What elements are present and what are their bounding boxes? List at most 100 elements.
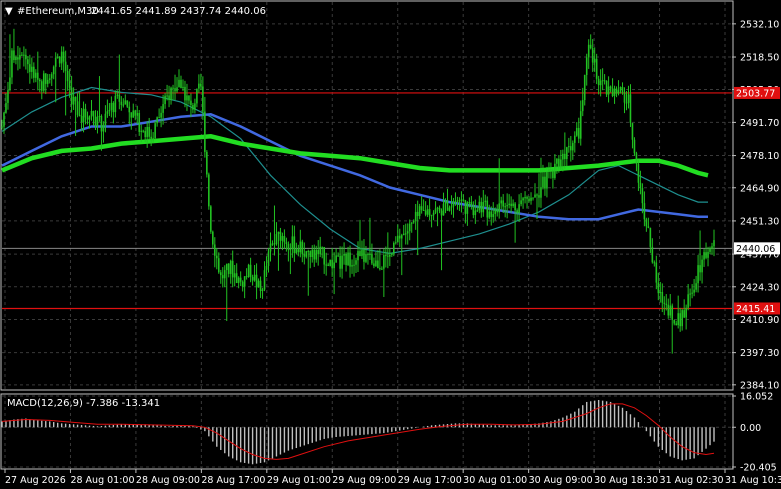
candle-body: [62, 51, 65, 62]
candle-body: [635, 153, 638, 164]
candle-body: [52, 66, 55, 75]
price-tick-label: 2384.10: [740, 380, 779, 391]
candle-body: [367, 254, 369, 256]
price-tick-label: 2518.50: [740, 53, 779, 64]
candle-body: [221, 275, 224, 279]
time-tick-label: 28 Aug 17:00: [201, 475, 265, 486]
time-tick-label: 30 Aug 09:00: [529, 475, 593, 486]
candle-body: [237, 277, 240, 284]
candle-body: [281, 236, 284, 241]
candle-body: [385, 255, 387, 257]
candle-body: [102, 125, 105, 132]
candle-body: [214, 244, 216, 256]
candle-body: [450, 206, 453, 208]
candle-body: [215, 255, 218, 259]
candle-body: [92, 110, 95, 117]
candle-body: [29, 64, 31, 72]
candle-body: [9, 77, 11, 91]
candle-body: [186, 95, 188, 101]
price-tick-label: 2424.30: [740, 282, 779, 293]
candle-body: [599, 80, 602, 86]
time-tick-label: 27 Aug 2026: [5, 475, 66, 486]
macd-tick-label: -20.405: [740, 463, 777, 474]
price-tick-label: 2410.90: [740, 315, 779, 326]
candle-body: [653, 262, 656, 264]
ohlc-values: 2441.65 2441.89 2437.74 2440.06: [91, 6, 266, 17]
candle-body: [695, 283, 697, 290]
candle-body: [152, 138, 154, 141]
candle-body: [15, 57, 17, 61]
candle-body: [520, 200, 522, 205]
candle-body: [335, 255, 337, 263]
candle-body: [568, 146, 570, 148]
candle-body: [468, 202, 471, 204]
candle-body: [554, 163, 556, 178]
candle-body: [713, 240, 715, 247]
candle-body: [36, 72, 39, 80]
candle-body: [377, 260, 379, 269]
candle-body: [180, 79, 182, 89]
candle-body: [202, 86, 204, 112]
candle-body: [571, 142, 574, 151]
candle-body: [661, 291, 664, 303]
candle-body: [204, 111, 206, 152]
candle-body: [138, 113, 141, 132]
candle-body: [408, 223, 411, 232]
candle-body: [627, 94, 630, 103]
candle-body: [404, 233, 407, 235]
candle-body: [564, 153, 566, 160]
candle-body: [275, 234, 278, 245]
candle-body: [595, 58, 598, 79]
candle-body: [474, 210, 477, 216]
candle-body: [428, 209, 431, 216]
candle-body: [170, 87, 172, 100]
candle-body: [27, 59, 29, 65]
candle-body: [150, 136, 152, 141]
price-tick-label: 2532.10: [740, 19, 779, 30]
candle-body: [66, 70, 69, 82]
macd-tick-label: 16.052: [740, 392, 773, 403]
candle-body: [134, 110, 137, 116]
candle-body: [82, 108, 85, 123]
candle-body: [707, 251, 709, 258]
candle-body: [136, 113, 139, 116]
candle-body: [164, 95, 166, 105]
time-tick-label: 28 Aug 09:00: [136, 475, 200, 486]
candle-body: [301, 241, 304, 255]
candle-body: [194, 103, 196, 110]
time-tick-label: 31 Aug 02:30: [660, 475, 724, 486]
candle-body: [229, 260, 232, 274]
candle-body: [424, 210, 427, 215]
candle-body: [44, 73, 47, 84]
candle-body: [1, 126, 3, 128]
chart-canvas[interactable]: 2532.102518.502505.202491.702478.102464.…: [0, 0, 781, 489]
candle-body: [488, 211, 491, 218]
candle-body: [168, 95, 170, 100]
candle-body: [60, 51, 63, 64]
candle-body: [490, 211, 493, 217]
candle-body: [422, 209, 425, 211]
candle-body: [74, 96, 77, 102]
candle-body: [540, 187, 542, 198]
candle-body: [673, 319, 676, 324]
candle-body: [184, 86, 186, 101]
candle-body: [283, 236, 286, 243]
candle-body: [243, 276, 246, 287]
candle-body: [317, 250, 320, 255]
candle-body: [514, 203, 516, 211]
candle-body: [416, 211, 419, 217]
candle-body: [452, 201, 455, 207]
candle-body: [675, 323, 678, 326]
candle-body: [546, 171, 548, 189]
candle-body: [444, 200, 447, 204]
header-arrow-icon[interactable]: ▼: [5, 6, 13, 17]
candle-body: [442, 203, 445, 216]
candle-body: [538, 195, 540, 198]
candle-body: [122, 104, 125, 106]
candle-body: [562, 153, 564, 160]
time-tick-label: 31 Aug 10:30: [725, 475, 781, 486]
candle-body: [172, 87, 174, 89]
candle-body: [166, 95, 168, 97]
candle-body: [295, 249, 298, 254]
candle-body: [651, 246, 654, 263]
